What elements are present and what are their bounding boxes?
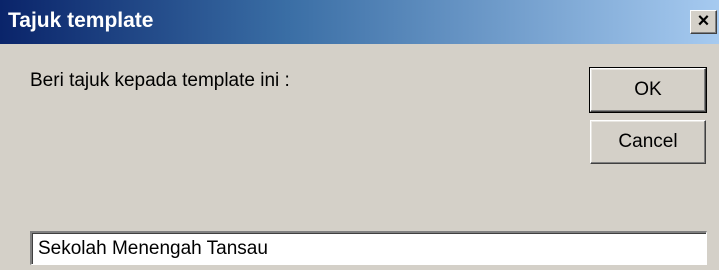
cancel-button[interactable]: Cancel (590, 120, 706, 164)
ok-button[interactable]: OK (589, 67, 707, 113)
dialog-title: Tajuk template (8, 9, 154, 32)
dialog-window: Tajuk template × Beri tajuk kepada templ… (0, 0, 719, 270)
close-button[interactable]: × (690, 10, 717, 34)
close-icon: × (697, 10, 710, 32)
prompt-label: Beri tajuk kepada template ini : (30, 70, 290, 91)
title-bar[interactable]: Tajuk template × (0, 0, 719, 44)
template-title-input[interactable] (30, 231, 707, 265)
